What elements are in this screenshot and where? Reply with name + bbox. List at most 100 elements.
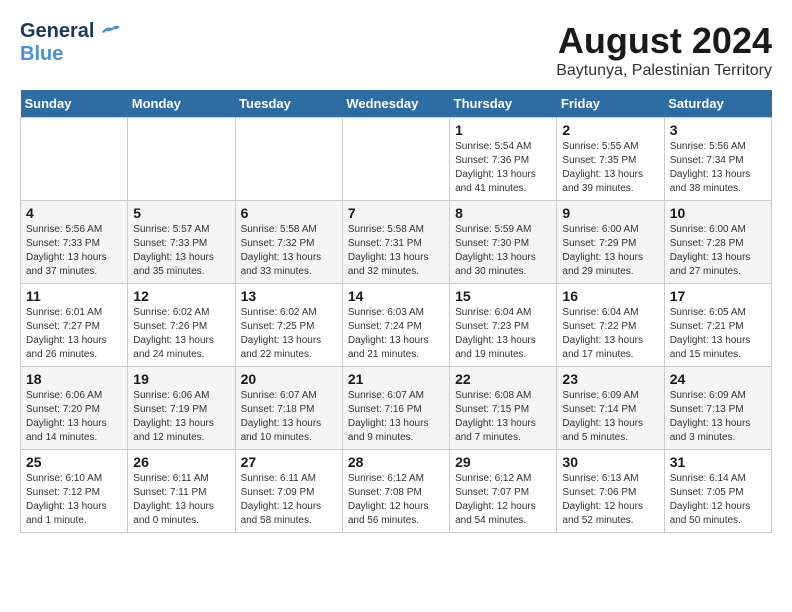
calendar-week-3: 11Sunrise: 6:01 AMSunset: 7:27 PMDayligh… [21, 284, 772, 367]
calendar-cell: 27 Sunrise: 6:11 AMSunset: 7:09 PMDayligh… [235, 450, 342, 533]
calendar-cell: 11Sunrise: 6:01 AMSunset: 7:27 PMDayligh… [21, 284, 128, 367]
calendar-cell [128, 118, 235, 201]
day-info: Sunrise: 6:03 AMSunset: 7:24 PMDaylight:… [348, 307, 429, 360]
day-info: Sunrise: 6:07 AMSunset: 7:16 PMDaylight:… [348, 390, 429, 443]
day-info: Sunrise: 6:08 AMSunset: 7:15 PMDaylight:… [455, 390, 536, 443]
day-number: 13 [241, 288, 337, 304]
weekday-header-tuesday: Tuesday [235, 90, 342, 118]
day-number: 1 [455, 122, 551, 138]
calendar-cell [342, 118, 449, 201]
calendar-cell: 18 Sunrise: 6:06 AMSunset: 7:20 PMDayligh… [21, 367, 128, 450]
day-number: 26 [133, 454, 229, 470]
weekday-header-wednesday: Wednesday [342, 90, 449, 118]
calendar-cell: 12Sunrise: 6:02 AMSunset: 7:26 PMDayligh… [128, 284, 235, 367]
weekday-header-sunday: Sunday [21, 90, 128, 118]
day-number: 3 [670, 122, 766, 138]
day-info: Sunrise: 6:07 AMSunset: 7:18 PMDaylight:… [241, 390, 322, 443]
day-number: 8 [455, 205, 551, 221]
calendar-cell: 20 Sunrise: 6:07 AMSunset: 7:18 PMDayligh… [235, 367, 342, 450]
calendar-table: SundayMondayTuesdayWednesdayThursdayFrid… [20, 90, 772, 533]
calendar-cell: 16 Sunrise: 6:04 AMSunset: 7:22 PMDayligh… [557, 284, 664, 367]
day-number: 29 [455, 454, 551, 470]
calendar-cell: 1 Sunrise: 5:54 AMSunset: 7:36 PMDaylight… [450, 118, 557, 201]
day-info: Sunrise: 6:12 AMSunset: 7:08 PMDaylight:… [348, 473, 429, 526]
day-number: 25 [26, 454, 122, 470]
day-info: Sunrise: 5:58 AMSunset: 7:31 PMDaylight:… [348, 224, 429, 277]
calendar-cell: 28Sunrise: 6:12 AMSunset: 7:08 PMDayligh… [342, 450, 449, 533]
day-info: Sunrise: 6:13 AMSunset: 7:06 PMDaylight:… [562, 473, 643, 526]
day-info: Sunrise: 5:57 AMSunset: 7:33 PMDaylight:… [133, 224, 214, 277]
weekday-header-monday: Monday [128, 90, 235, 118]
day-info: Sunrise: 5:55 AMSunset: 7:35 PMDaylight:… [562, 141, 643, 194]
day-info: Sunrise: 6:12 AMSunset: 7:07 PMDaylight:… [455, 473, 536, 526]
day-info: Sunrise: 6:09 AMSunset: 7:14 PMDaylight:… [562, 390, 643, 443]
weekday-header-row: SundayMondayTuesdayWednesdayThursdayFrid… [21, 90, 772, 118]
day-number: 4 [26, 205, 122, 221]
logo: General Blue [20, 20, 120, 66]
day-info: Sunrise: 6:05 AMSunset: 7:21 PMDaylight:… [670, 307, 751, 360]
day-info: Sunrise: 6:09 AMSunset: 7:13 PMDaylight:… [670, 390, 751, 443]
day-number: 22 [455, 371, 551, 387]
day-number: 12 [133, 288, 229, 304]
day-info: Sunrise: 6:00 AMSunset: 7:28 PMDaylight:… [670, 224, 751, 277]
calendar-cell: 19 Sunrise: 6:06 AMSunset: 7:19 PMDayligh… [128, 367, 235, 450]
day-number: 24 [670, 371, 766, 387]
calendar-cell: 3 Sunrise: 5:56 AMSunset: 7:34 PMDaylight… [664, 118, 771, 201]
day-info: Sunrise: 6:06 AMSunset: 7:20 PMDaylight:… [26, 390, 107, 443]
calendar-cell [235, 118, 342, 201]
calendar-week-1: 1 Sunrise: 5:54 AMSunset: 7:36 PMDaylight… [21, 118, 772, 201]
calendar-cell: 26 Sunrise: 6:11 AMSunset: 7:11 PMDayligh… [128, 450, 235, 533]
calendar-cell: 22 Sunrise: 6:08 AMSunset: 7:15 PMDayligh… [450, 367, 557, 450]
calendar-cell: 23 Sunrise: 6:09 AMSunset: 7:14 PMDayligh… [557, 367, 664, 450]
day-info: Sunrise: 6:11 AMSunset: 7:11 PMDaylight:… [133, 473, 214, 526]
day-number: 6 [241, 205, 337, 221]
subtitle: Baytunya, Palestinian Territory [556, 62, 772, 80]
day-number: 14 [348, 288, 444, 304]
calendar-cell: 31Sunrise: 6:14 AMSunset: 7:05 PMDayligh… [664, 450, 771, 533]
day-number: 19 [133, 371, 229, 387]
day-number: 5 [133, 205, 229, 221]
calendar-cell: 25 Sunrise: 6:10 AMSunset: 7:12 PMDayligh… [21, 450, 128, 533]
calendar-cell: 4 Sunrise: 5:56 AMSunset: 7:33 PMDaylight… [21, 201, 128, 284]
day-number: 9 [562, 205, 658, 221]
day-number: 18 [26, 371, 122, 387]
day-number: 21 [348, 371, 444, 387]
day-number: 7 [348, 205, 444, 221]
weekday-header-thursday: Thursday [450, 90, 557, 118]
day-info: Sunrise: 6:02 AMSunset: 7:25 PMDaylight:… [241, 307, 322, 360]
calendar-cell: 24 Sunrise: 6:09 AMSunset: 7:13 PMDayligh… [664, 367, 771, 450]
day-number: 31 [670, 454, 766, 470]
calendar-cell: 29 Sunrise: 6:12 AMSunset: 7:07 PMDayligh… [450, 450, 557, 533]
calendar-week-4: 18 Sunrise: 6:06 AMSunset: 7:20 PMDayligh… [21, 367, 772, 450]
day-number: 17 [670, 288, 766, 304]
day-info: Sunrise: 6:10 AMSunset: 7:12 PMDaylight:… [26, 473, 107, 526]
calendar-cell: 9Sunrise: 6:00 AMSunset: 7:29 PMDaylight… [557, 201, 664, 284]
day-number: 20 [241, 371, 337, 387]
day-info: Sunrise: 5:56 AMSunset: 7:33 PMDaylight:… [26, 224, 107, 277]
calendar-cell: 8Sunrise: 5:59 AMSunset: 7:30 PMDaylight… [450, 201, 557, 284]
day-info: Sunrise: 5:56 AMSunset: 7:34 PMDaylight:… [670, 141, 751, 194]
calendar-cell: 21 Sunrise: 6:07 AMSunset: 7:16 PMDayligh… [342, 367, 449, 450]
calendar-cell: 13 Sunrise: 6:02 AMSunset: 7:25 PMDayligh… [235, 284, 342, 367]
page-header: General Blue August 2024 Baytunya, Pales… [20, 20, 772, 80]
day-number: 23 [562, 371, 658, 387]
calendar-cell: 30Sunrise: 6:13 AMSunset: 7:06 PMDayligh… [557, 450, 664, 533]
day-info: Sunrise: 5:54 AMSunset: 7:36 PMDaylight:… [455, 141, 536, 194]
calendar-cell: 17 Sunrise: 6:05 AMSunset: 7:21 PMDayligh… [664, 284, 771, 367]
day-number: 16 [562, 288, 658, 304]
day-info: Sunrise: 6:11 AMSunset: 7:09 PMDaylight:… [241, 473, 322, 526]
day-number: 15 [455, 288, 551, 304]
weekday-header-friday: Friday [557, 90, 664, 118]
calendar-week-2: 4 Sunrise: 5:56 AMSunset: 7:33 PMDaylight… [21, 201, 772, 284]
day-info: Sunrise: 6:04 AMSunset: 7:23 PMDaylight:… [455, 307, 536, 360]
weekday-header-saturday: Saturday [664, 90, 771, 118]
day-info: Sunrise: 5:58 AMSunset: 7:32 PMDaylight:… [241, 224, 322, 277]
day-number: 27 [241, 454, 337, 470]
calendar-cell: 5 Sunrise: 5:57 AMSunset: 7:33 PMDaylight… [128, 201, 235, 284]
day-number: 11 [26, 288, 122, 304]
logo-blue-text: Blue [20, 43, 63, 66]
day-info: Sunrise: 6:04 AMSunset: 7:22 PMDaylight:… [562, 307, 643, 360]
main-title: August 2024 [556, 20, 772, 62]
day-info: Sunrise: 6:06 AMSunset: 7:19 PMDaylight:… [133, 390, 214, 443]
calendar-cell [21, 118, 128, 201]
